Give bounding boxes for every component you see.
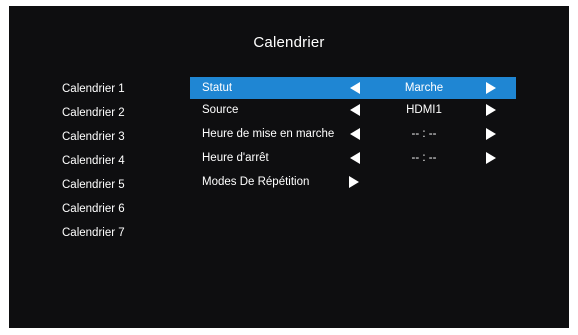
status-value: Marche bbox=[404, 82, 444, 94]
repeat-modes-row[interactable]: Modes De Répétition bbox=[190, 171, 516, 195]
source-label: Source bbox=[202, 104, 239, 116]
status-decrease-icon[interactable] bbox=[350, 82, 360, 94]
settings-panel: Statut Marche Source HDMI1 Heure de mise… bbox=[190, 77, 516, 195]
repeat-modes-label: Modes De Répétition bbox=[202, 176, 310, 188]
osd-screen: Calendrier Calendrier 1 Calendrier 2 Cal… bbox=[9, 6, 569, 328]
schedule-item-4[interactable]: Calendrier 4 bbox=[62, 155, 125, 179]
source-value: HDMI1 bbox=[406, 104, 442, 116]
repeat-modes-enter-icon[interactable] bbox=[349, 176, 359, 188]
on-time-value: -- : -- bbox=[411, 128, 437, 140]
schedule-item-1[interactable]: Calendrier 1 bbox=[62, 83, 125, 107]
schedule-item-3[interactable]: Calendrier 3 bbox=[62, 131, 125, 155]
schedule-item-5[interactable]: Calendrier 5 bbox=[62, 179, 125, 203]
page-title: Calendrier bbox=[253, 34, 325, 51]
off-time-row[interactable]: Heure d'arrêt -- : -- bbox=[190, 147, 516, 171]
schedule-item-6[interactable]: Calendrier 6 bbox=[62, 203, 125, 227]
source-decrease-icon[interactable] bbox=[350, 104, 360, 116]
on-time-label: Heure de mise en marche bbox=[202, 128, 335, 140]
off-time-label: Heure d'arrêt bbox=[202, 152, 269, 164]
status-increase-icon[interactable] bbox=[486, 82, 496, 94]
status-row[interactable]: Statut Marche bbox=[190, 77, 516, 99]
schedule-item-7[interactable]: Calendrier 7 bbox=[62, 227, 125, 251]
on-time-increase-icon[interactable] bbox=[486, 128, 496, 140]
on-time-row[interactable]: Heure de mise en marche -- : -- bbox=[190, 123, 516, 147]
schedule-list: Calendrier 1 Calendrier 2 Calendrier 3 C… bbox=[62, 83, 125, 251]
status-label: Statut bbox=[202, 82, 233, 94]
schedule-item-2[interactable]: Calendrier 2 bbox=[62, 107, 125, 131]
on-time-decrease-icon[interactable] bbox=[350, 128, 360, 140]
off-time-decrease-icon[interactable] bbox=[350, 152, 360, 164]
off-time-increase-icon[interactable] bbox=[486, 152, 496, 164]
source-row[interactable]: Source HDMI1 bbox=[190, 99, 516, 123]
off-time-value: -- : -- bbox=[411, 152, 437, 164]
source-increase-icon[interactable] bbox=[486, 104, 496, 116]
